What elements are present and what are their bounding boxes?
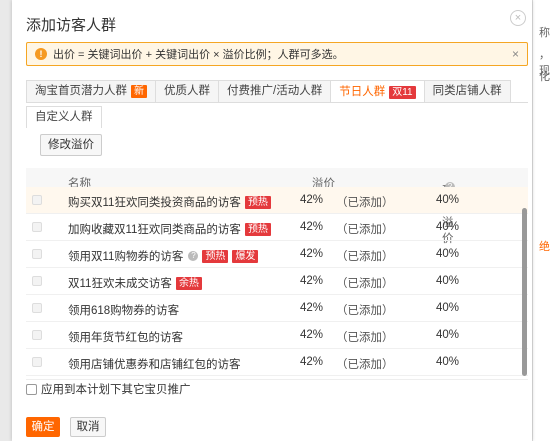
row-premium: 42% <box>300 194 324 206</box>
row-status: （已添加） <box>336 251 394 263</box>
row-suggested: 40% <box>436 194 460 206</box>
apply-to-other-items[interactable]: 应用到本计划下其它宝贝推广 <box>26 381 191 397</box>
table-row: 双11狂欢未成交访客 余热 42% （已添加） 40% <box>26 268 528 295</box>
row-name: 加购收藏双11狂欢同类商品的访客 <box>68 224 241 236</box>
row-premium: 42% <box>300 221 324 233</box>
tab-label: 淘宝首页潜力人群 <box>35 85 127 97</box>
background-text: 称 <box>539 27 550 39</box>
background-page-edge: 称 ，现 化 绝 <box>532 0 550 441</box>
table-row: 领用店铺优惠券和店铺红包的访客 42% （已添加） 40% <box>26 349 528 376</box>
tag-badge: 预热 <box>202 249 229 263</box>
tab-label: 节日人群 <box>339 85 386 98</box>
tab-holiday-group[interactable]: 节日人群 双11 <box>330 80 425 103</box>
row-name: 领用年货节红包的访客 <box>68 332 183 344</box>
row-checkbox[interactable] <box>32 195 42 205</box>
cancel-button[interactable]: 取消 <box>70 417 106 437</box>
tab-paid-promotion-group[interactable]: 付费推广/活动人群 <box>218 80 332 102</box>
row-premium: 42% <box>300 248 324 260</box>
row-suggested: 40% <box>436 221 460 233</box>
row-premium: 42% <box>300 302 324 314</box>
row-checkbox[interactable] <box>32 222 42 232</box>
double11-badge: 双11 <box>389 85 416 99</box>
tab-label: 优质人群 <box>164 85 210 97</box>
close-icon[interactable]: × <box>510 10 526 26</box>
table-row: 领用618购物券的访客 42% （已添加） 40% <box>26 295 528 322</box>
dialog-title: 添加访客人群 <box>26 17 117 34</box>
notice-close-icon[interactable]: × <box>512 47 519 61</box>
row-checkbox[interactable] <box>32 357 42 367</box>
row-status: （已添加） <box>336 278 394 290</box>
group-tabs: 淘宝首页潜力人群 新 优质人群 付费推广/活动人群 节日人群 双11 同类店铺人… <box>26 80 528 103</box>
table-row: 加购收藏双11狂欢同类商品的访客 预热 42% （已添加） 40% <box>26 214 528 241</box>
group-table: 名称 溢价 建议溢价? 购买双11狂欢同类投资商品的访客预热 42% （已添加）… <box>26 168 528 380</box>
new-badge: 新 <box>131 85 147 98</box>
table-row: 购买双11狂欢同类投资商品的访客 预热 42% （已添加） 40% <box>26 187 528 214</box>
apply-checkbox[interactable] <box>26 383 37 395</box>
tag-badge: 预热 <box>244 222 271 236</box>
row-name: 领用店铺优惠券和店铺红包的访客 <box>68 359 241 371</box>
help-icon[interactable]: ? <box>188 251 199 261</box>
row-premium: 42% <box>300 356 324 368</box>
tabs-divider <box>26 102 528 103</box>
row-suggested: 40% <box>436 356 460 368</box>
tab-taobao-home-potential[interactable]: 淘宝首页潜力人群 新 <box>26 80 156 102</box>
table-row: 领用年货节红包的访客 42% （已添加） 40% <box>26 322 528 349</box>
confirm-button[interactable]: 确定 <box>26 417 60 437</box>
row-status: （已添加） <box>336 197 394 209</box>
row-status: （已添加） <box>336 224 394 236</box>
table-row: 领用双11购物券的访客? 预热 爆发 42% （已添加） 40% <box>26 241 528 268</box>
row-name: 双11狂欢未成交访客 <box>68 278 172 290</box>
row-name: 领用618购物券的访客 <box>68 305 180 317</box>
tab-quality-group[interactable]: 优质人群 <box>155 80 219 102</box>
tab-label: 付费推广/活动人群 <box>227 85 323 97</box>
row-premium: 42% <box>300 329 324 341</box>
row-checkbox[interactable] <box>32 276 42 286</box>
warning-icon: ! <box>35 48 47 60</box>
row-status: （已添加） <box>336 305 394 317</box>
row-suggested: 40% <box>436 248 460 260</box>
row-checkbox[interactable] <box>32 303 42 313</box>
tab-label: 同类店铺人群 <box>432 85 502 97</box>
row-name: 购买双11狂欢同类投资商品的访客 <box>68 197 241 209</box>
row-suggested: 40% <box>436 275 460 287</box>
row-status: （已添加） <box>336 332 394 344</box>
modify-premium-button[interactable]: 修改溢价 <box>40 134 102 156</box>
tag-badge: 预热 <box>244 195 271 209</box>
notice-text: 出价 = 关键词出价 + 关键词出价 × 溢价比例；人群可多选。 <box>53 49 344 61</box>
row-name: 领用双11购物券的访客 <box>68 251 184 263</box>
tab-custom-group[interactable]: 自定义人群 <box>26 106 102 128</box>
row-premium: 42% <box>300 275 324 287</box>
table-scrollbar[interactable] <box>522 208 527 376</box>
background-text: 绝 <box>539 241 550 253</box>
add-visitor-group-dialog: 添加访客人群 × ! 出价 = 关键词出价 + 关键词出价 × 溢价比例；人群可… <box>12 0 532 441</box>
row-suggested: 40% <box>436 329 460 341</box>
row-checkbox[interactable] <box>32 249 42 259</box>
row-suggested: 40% <box>436 302 460 314</box>
tag-badge: 爆发 <box>232 249 259 263</box>
tag-badge: 余热 <box>175 276 202 290</box>
background-text: 化 <box>539 71 550 83</box>
apply-checkbox-label: 应用到本计划下其它宝贝推广 <box>41 384 191 396</box>
row-checkbox[interactable] <box>32 330 42 340</box>
tab-similar-store-group[interactable]: 同类店铺人群 <box>423 80 511 102</box>
notice-bar: ! 出价 = 关键词出价 + 关键词出价 × 溢价比例；人群可多选。 × <box>26 42 528 66</box>
row-status: （已添加） <box>336 359 394 371</box>
